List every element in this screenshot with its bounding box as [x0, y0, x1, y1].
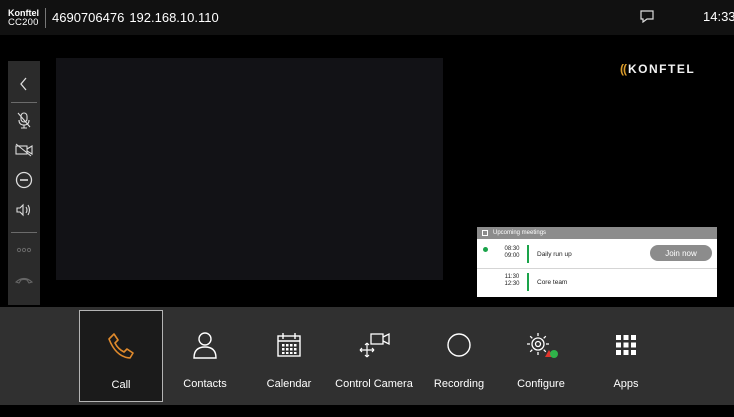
volume-icon[interactable] [8, 197, 40, 223]
clock: 14:33 [703, 9, 734, 24]
live-indicator [483, 247, 488, 252]
calendar-small-icon [482, 230, 488, 236]
nav-control-camera[interactable]: Control Camera [331, 310, 417, 402]
person-icon [192, 329, 218, 361]
nav-label: Call [111, 379, 131, 391]
video-preview [56, 58, 443, 280]
meeting-bar [527, 273, 529, 291]
meeting-title: Daily run up [537, 251, 572, 258]
volume-minus-icon[interactable] [8, 167, 40, 193]
nav-calendar[interactable]: Calendar [252, 310, 326, 402]
nav-apps[interactable]: Apps [591, 310, 661, 402]
meeting-time: 08:30 09:00 [501, 246, 523, 260]
more-icon[interactable] [8, 237, 40, 263]
status-bar: Konftel CC200 4690706476 192.168.10.110 … [0, 0, 734, 35]
brand: Konftel CC200 [8, 8, 39, 28]
divider [45, 7, 46, 28]
phone-icon [106, 330, 136, 362]
nav-label: Contacts [183, 378, 227, 390]
ip-address: 192.168.10.110 [129, 10, 219, 25]
logo-wave-icon: (( [620, 62, 627, 76]
meeting-row[interactable]: 08:30 09:00 Daily run up Join now [477, 239, 717, 269]
meetings-title: Upcoming meetings [493, 230, 547, 236]
chat-bubble-icon[interactable] [640, 10, 654, 23]
meeting-end: 09:00 [504, 253, 520, 259]
record-icon [446, 329, 472, 361]
meeting-row[interactable]: 11:30 12:30 Core team [477, 269, 717, 298]
meeting-time: 11:30 12:30 [501, 274, 523, 288]
meeting-bar [527, 245, 529, 263]
nav-call[interactable]: Call [79, 310, 163, 402]
meeting-start: 11:30 [504, 274, 520, 280]
meetings-header: Upcoming meetings [477, 227, 717, 239]
camera-control-icon [357, 329, 391, 361]
nav-contacts[interactable]: Contacts [170, 310, 240, 402]
meeting-start: 08:30 [504, 246, 520, 252]
footer-strip [0, 405, 734, 417]
mic-muted-icon[interactable] [8, 107, 40, 133]
nav-label: Apps [613, 378, 639, 390]
back-icon[interactable] [8, 71, 40, 97]
hang-up-icon[interactable] [8, 267, 40, 293]
gear-icon [521, 329, 561, 361]
divider [11, 102, 37, 103]
nav-label: Control Camera [335, 378, 413, 390]
logo-text: KONFTEL [628, 62, 696, 76]
nav-configure[interactable]: Configure [506, 310, 576, 402]
meeting-end: 12:30 [504, 281, 520, 287]
nav-label: Calendar [266, 378, 312, 390]
call-sidebar [8, 61, 40, 305]
join-now-button[interactable]: Join now [650, 245, 712, 261]
camera-off-icon[interactable] [8, 137, 40, 163]
meeting-title: Core team [537, 279, 568, 286]
phone-number: 4690706476 [52, 10, 125, 25]
calendar-icon [276, 329, 302, 361]
upcoming-meetings-panel: Upcoming meetings 08:30 09:00 Daily run … [477, 227, 717, 297]
divider [11, 232, 37, 233]
nav-label: Recording [433, 378, 485, 390]
nav-label: Configure [517, 378, 565, 390]
nav-recording[interactable]: Recording [424, 310, 494, 402]
brand-model: CC200 [8, 16, 39, 28]
konftel-logo: ((KONFTEL [620, 62, 695, 76]
bottom-nav: Call Contacts Calendar Control Camera Re… [0, 307, 734, 405]
grid-icon [615, 329, 637, 361]
